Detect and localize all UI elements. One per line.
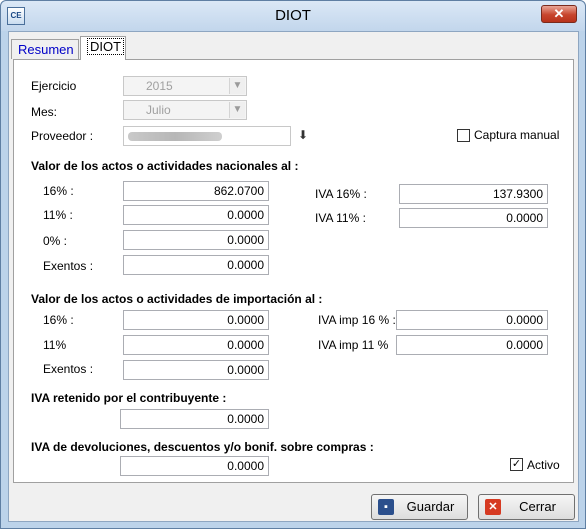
nac-0-field[interactable]: 0.0000 — [123, 230, 269, 250]
close-window-button[interactable]: ✕ — [541, 5, 577, 23]
activo-label: Activo — [527, 458, 560, 472]
redacted-text — [128, 132, 222, 141]
download-arrow-icon[interactable]: ⬇ — [296, 128, 310, 142]
activo-checkbox[interactable]: ✓ — [510, 458, 523, 471]
title-bar[interactable]: CE DIOT ✕ — [1, 1, 585, 31]
imp-exentos-label: Exentos : — [43, 362, 94, 376]
iva-imp16-field[interactable]: 0.0000 — [396, 310, 548, 330]
cerrar-button[interactable]: ✕ Cerrar — [478, 494, 575, 520]
imp-11-label: 11% — [43, 338, 67, 352]
mes-label: Mes: — [31, 105, 58, 119]
imp-exentos-field[interactable]: 0.0000 — [123, 360, 269, 380]
chevron-down-icon: ▼ — [229, 78, 245, 94]
imp-11-field[interactable]: 0.0000 — [123, 335, 269, 355]
proveedor-field[interactable] — [123, 126, 291, 146]
nac-16-field[interactable]: 862.0700 — [123, 181, 269, 201]
tab-diot[interactable]: DIOT — [80, 36, 126, 60]
iva-imp11-label: IVA imp 11 % — [318, 338, 389, 352]
nac-exentos-field[interactable]: 0.0000 — [123, 255, 269, 275]
ejercicio-label: Ejercicio — [31, 79, 77, 93]
iva16-label: IVA 16% : — [315, 187, 367, 201]
iva11-label: IVA 11% : — [315, 211, 366, 225]
tab-diot-label: DIOT — [87, 38, 125, 55]
diot-window: CE DIOT ✕ Resumen DIOT Ejercicio 2015 ▼ … — [0, 0, 586, 529]
captura-manual-label: Captura manual — [474, 128, 560, 142]
nac-11-label: 11% : — [43, 208, 73, 222]
importacion-title: Valor de los actos o actividades de impo… — [31, 292, 323, 306]
nac-exentos-label: Exentos : — [43, 259, 94, 273]
iva-devoluciones-field[interactable]: 0.0000 — [120, 456, 269, 476]
guardar-label: Guardar — [406, 499, 455, 514]
chevron-down-icon: ▼ — [229, 102, 245, 118]
imp-16-label: 16% : — [43, 313, 74, 327]
imp-16-field[interactable]: 0.0000 — [123, 310, 269, 330]
nac-11-field[interactable]: 0.0000 — [123, 205, 269, 225]
diot-panel: Ejercicio 2015 ▼ Mes: Julio ▼ Proveedor … — [13, 59, 574, 483]
nac-0-label: 0% : — [43, 234, 68, 248]
tab-resumen[interactable]: Resumen — [11, 39, 79, 59]
iva11-field[interactable]: 0.0000 — [399, 208, 548, 228]
iva16-field[interactable]: 137.9300 — [399, 184, 548, 204]
mes-value: Julio — [146, 103, 171, 117]
iva-imp11-field[interactable]: 0.0000 — [396, 335, 548, 355]
ejercicio-value: 2015 — [146, 79, 173, 93]
iva-imp16-label: IVA imp 16 % : — [318, 313, 396, 327]
nacionales-title: Valor de los actos o actividades naciona… — [31, 159, 299, 173]
iva-retenido-title: IVA retenido por el contribuyente : — [31, 391, 227, 405]
proveedor-label: Proveedor : — [31, 129, 94, 143]
guardar-button[interactable]: ▪ Guardar — [371, 494, 468, 520]
nac-16-label: 16% : — [43, 184, 74, 198]
mes-select[interactable]: Julio ▼ — [123, 100, 247, 120]
ejercicio-select[interactable]: 2015 ▼ — [123, 76, 247, 96]
cerrar-label: Cerrar — [519, 499, 556, 514]
tab-resumen-label: Resumen — [18, 42, 74, 57]
iva-retenido-field[interactable]: 0.0000 — [120, 409, 269, 429]
client-area: Resumen DIOT Ejercicio 2015 ▼ Mes: Julio… — [8, 31, 579, 522]
window-title: DIOT — [275, 7, 311, 24]
captura-manual-checkbox[interactable] — [457, 129, 470, 142]
iva-devoluciones-title: IVA de devoluciones, descuentos y/o boni… — [31, 440, 374, 454]
